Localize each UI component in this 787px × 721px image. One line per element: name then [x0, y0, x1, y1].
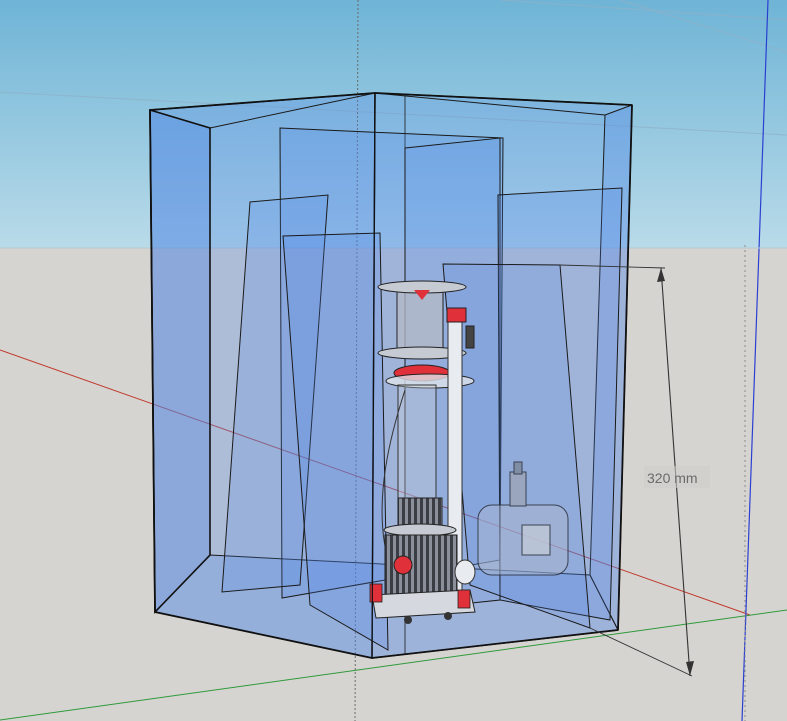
skimmer-base-foot — [457, 589, 471, 609]
skimmer-pump-plate — [383, 523, 457, 537]
return-pump-controller — [521, 524, 551, 556]
sump-model[interactable] — [149, 92, 633, 659]
skimmer-top-cup — [396, 289, 444, 349]
skimmer-pump-top — [397, 497, 443, 527]
dimension-label[interactable]: 320 mm — [647, 470, 698, 486]
skimmer-base-foot — [404, 616, 412, 624]
skimmer-base-foot — [444, 612, 452, 620]
front-wall-left[interactable] — [149, 108, 211, 614]
return-pump-cap — [513, 461, 523, 475]
skimmer-valve-knob — [465, 325, 475, 349]
scene-canvas[interactable]: 320 mm — [0, 0, 787, 721]
return-pump-outlet — [509, 471, 527, 507]
skimmer-inlet — [454, 559, 476, 585]
modeling-viewport[interactable]: 320 mm — [0, 0, 787, 721]
skimmer-valve-red — [446, 307, 467, 323]
skimmer-pump-impeller — [393, 555, 413, 575]
